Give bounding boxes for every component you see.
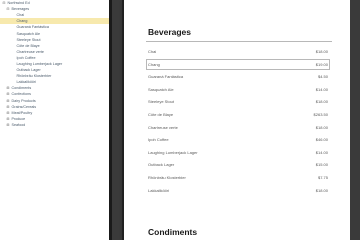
tree-item-label: Lakkalikööri xyxy=(16,80,36,85)
tree-item-label: Ipoh Coffee xyxy=(16,55,36,60)
product-name: Lakkalikööri xyxy=(148,187,170,193)
product-row[interactable]: Chai $18.00 xyxy=(148,47,328,56)
product-price: $18.00 xyxy=(315,49,328,54)
section-divider xyxy=(146,41,332,42)
viewer-background xyxy=(112,0,122,240)
product-price: $18.00 xyxy=(315,124,328,130)
product-price: $15.00 xyxy=(315,162,328,168)
product-name: Laughing Lumberjack Lager xyxy=(148,149,198,155)
product-name: Outback Lager xyxy=(148,162,175,168)
product-name: Chartreuse verte xyxy=(148,124,178,130)
tree-item-label: Chai xyxy=(16,13,25,18)
tree-item-label: Steeleye Stout xyxy=(16,37,41,42)
tree-item-label: Beverages xyxy=(11,7,30,12)
product-name: Chai xyxy=(148,49,157,54)
product-name: Steeleye Stout xyxy=(148,99,175,105)
tree-item-label: Rhönbräu Klosterbier xyxy=(16,74,52,79)
tree-item-label: Chang xyxy=(16,19,28,24)
tree-item-label: Sasquatch Ale xyxy=(16,31,41,36)
product-row[interactable]: Sasquatch Ale $14.00 xyxy=(148,85,328,94)
expand-icon[interactable]: ⊞ xyxy=(6,99,10,103)
document-outline-tree: ⊟ Northwind Ed ⊟ Beverages Chai Chang Guaraná … xyxy=(0,0,112,240)
tree-item[interactable]: ⊞ Seafood xyxy=(0,122,109,128)
expand-icon[interactable]: ⊞ xyxy=(6,123,10,127)
tree-item-label: Grains/Cereals xyxy=(11,104,37,109)
product-row[interactable]: Guaraná Fantástica $4.50 xyxy=(148,72,328,81)
report-page: Beverages Chai $18.00 Chang $19.00 Guaraná F… xyxy=(122,0,350,240)
tree-item-label: Condiments xyxy=(11,86,32,91)
tree-item-label: Produce xyxy=(11,116,26,121)
product-price: $18.00 xyxy=(315,99,328,105)
tree-item-label: Dairy Products xyxy=(11,98,36,103)
product-price: $46.00 xyxy=(315,137,328,143)
tree-item-label: Confections xyxy=(11,92,31,97)
expand-icon[interactable]: ⊞ xyxy=(6,86,10,90)
product-row[interactable]: Côte de Blaye $263.50 xyxy=(148,110,328,119)
tree-list: ⊟ Northwind Ed ⊟ Beverages Chai Chang Guaraná … xyxy=(0,0,109,128)
product-row[interactable]: Steeleye Stout $18.00 xyxy=(148,97,328,106)
expand-icon[interactable]: ⊞ xyxy=(6,105,10,109)
tree-item-label: Seafood xyxy=(11,122,26,127)
expand-icon[interactable]: ⊞ xyxy=(6,92,10,96)
viewer-background-right xyxy=(350,0,360,240)
section-title-condiments: Condiments xyxy=(148,227,198,237)
tree-item-label: Chartreuse verte xyxy=(16,49,44,54)
product-price: $7.75 xyxy=(317,175,328,180)
product-price: $4.50 xyxy=(317,74,328,80)
product-row[interactable]: Chang $19.00 xyxy=(146,58,330,70)
product-price: $263.50 xyxy=(313,112,328,117)
expand-icon[interactable]: ⊞ xyxy=(6,117,10,121)
tree-item-label: Laughing Lumberjack Lager xyxy=(16,61,63,66)
tree-item-label: Northwind Ed xyxy=(7,1,30,6)
product-price: $18.00 xyxy=(315,187,328,193)
product-name: Rhönbräu Klosterbier xyxy=(148,175,186,180)
tree-item-label: Outback Lager xyxy=(16,68,41,73)
product-name: Chang xyxy=(148,61,160,67)
product-name: Guaraná Fantástica xyxy=(148,74,184,80)
collapse-icon[interactable]: ⊟ xyxy=(6,7,10,11)
tree-item-label: Meat/Poultry xyxy=(11,110,33,115)
product-row[interactable]: Laughing Lumberjack Lager $14.00 xyxy=(148,148,328,157)
product-row[interactable]: Lakkalikööri $18.00 xyxy=(148,186,328,195)
product-row[interactable]: Outback Lager $15.00 xyxy=(148,160,328,169)
product-row[interactable]: Chartreuse verte $18.00 xyxy=(148,123,328,132)
tree-item-label: Côte de Blaye xyxy=(16,43,40,48)
tree-item-label: Guaraná Fantástica xyxy=(16,25,49,30)
product-price: $14.00 xyxy=(315,149,328,155)
product-row[interactable]: Rhönbräu Klosterbier $7.75 xyxy=(148,173,328,182)
product-name: Sasquatch Ale xyxy=(148,86,174,92)
product-name: Ipoh Coffee xyxy=(148,137,169,143)
product-row[interactable]: Ipoh Coffee $46.00 xyxy=(148,135,328,144)
product-price: $19.00 xyxy=(315,61,328,67)
product-price: $14.00 xyxy=(315,86,328,92)
section-title-beverages: Beverages xyxy=(148,27,192,37)
expand-icon[interactable]: ⊞ xyxy=(6,111,10,115)
product-name: Côte de Blaye xyxy=(148,112,174,117)
collapse-icon[interactable]: ⊟ xyxy=(2,1,6,5)
